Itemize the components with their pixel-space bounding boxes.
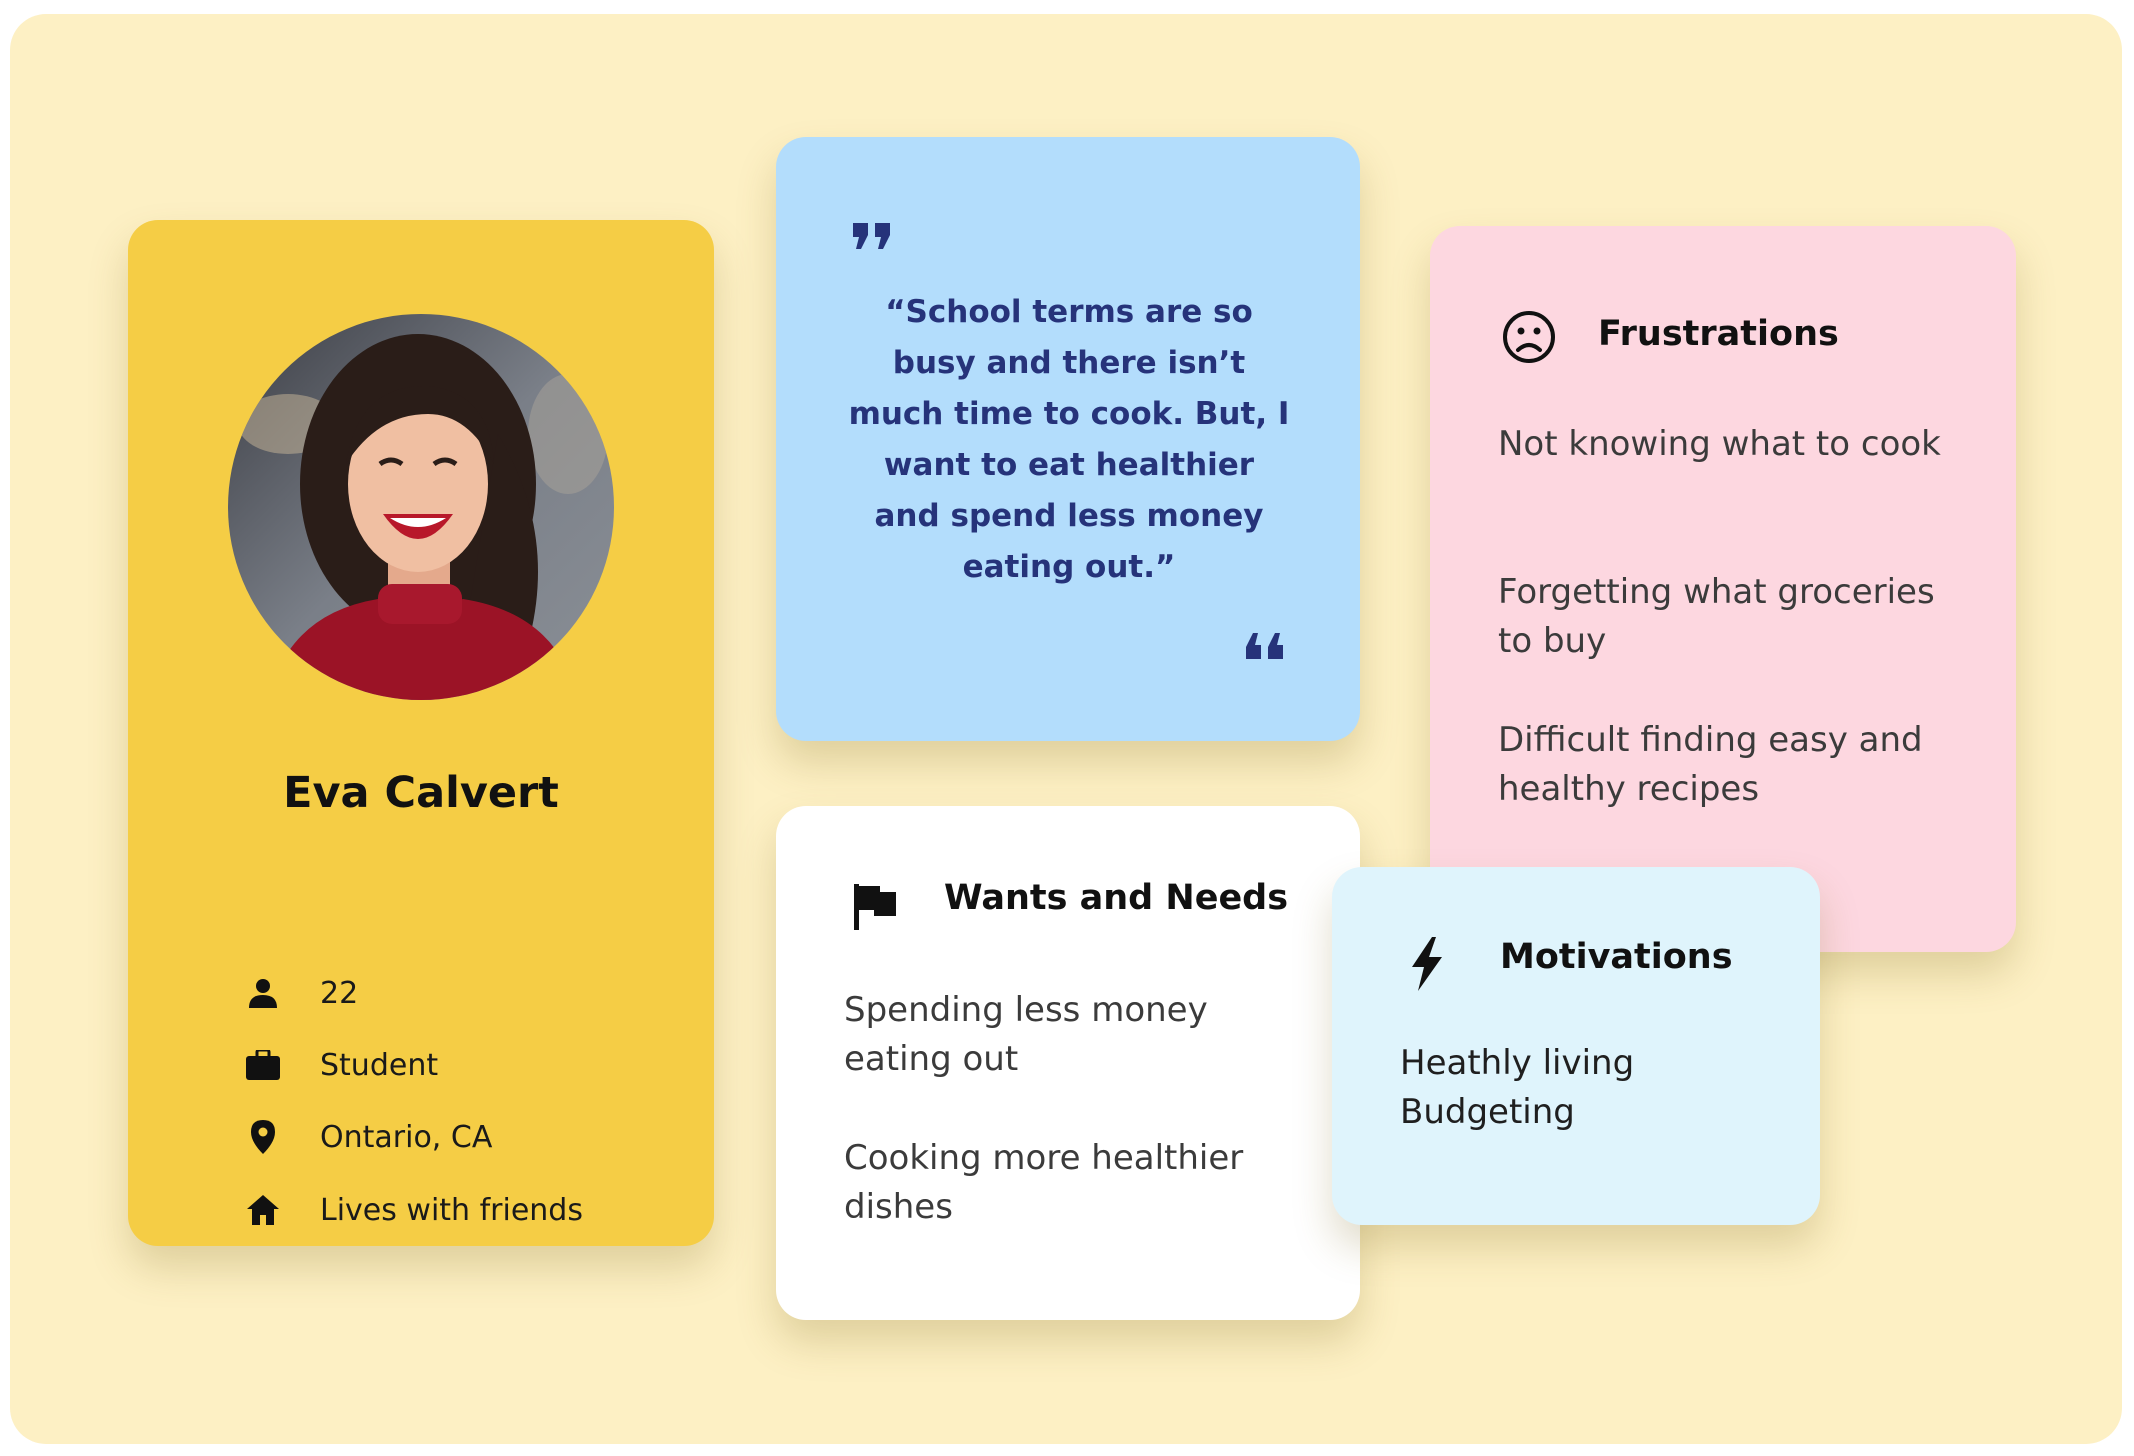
want-item: Spending less money eating out — [844, 990, 1208, 1079]
quote-text: “School terms are so busy and there isn’… — [848, 294, 1290, 585]
detail-living: Lives with friends — [246, 1182, 583, 1238]
motivations-title: Motivations — [1500, 937, 1733, 977]
close-quote-icon — [1242, 631, 1286, 661]
motivation-item: Heathly living — [1400, 1043, 1635, 1083]
home-icon — [246, 1193, 280, 1227]
person-icon — [246, 976, 280, 1010]
lightning-bolt-icon — [1410, 937, 1444, 995]
motivations-card: Motivations Heathly living Budgeting — [1332, 867, 1820, 1225]
wants-needs-card: Wants and Needs Spending less money eati… — [776, 806, 1360, 1320]
profile-card: Eva Calvert 22 Student Ontario, CA Lives… — [128, 220, 714, 1246]
avatar — [228, 314, 614, 700]
frustration-item: Difficult finding easy and healthy recip… — [1498, 720, 1923, 809]
flag-icon — [852, 882, 898, 934]
frustrations-title: Frustrations — [1598, 314, 1839, 354]
detail-age: 22 — [246, 965, 358, 1021]
frustration-item: Forgetting what groceries to buy — [1498, 572, 1935, 661]
motivation-item: Budgeting — [1400, 1092, 1575, 1132]
location-pin-icon — [246, 1120, 280, 1154]
frustration-item: Not knowing what to cook — [1498, 424, 1941, 464]
open-quote-icon — [850, 221, 894, 251]
quote-card: “School terms are so busy and there isn’… — [776, 137, 1360, 741]
sad-face-icon — [1502, 310, 1556, 368]
detail-location: Ontario, CA — [246, 1109, 492, 1165]
persona-name: Eva Calvert — [283, 768, 559, 818]
want-item: Cooking more healthier dishes — [844, 1138, 1244, 1227]
frustrations-card: Frustrations Not knowing what to cook Fo… — [1430, 226, 2016, 952]
briefcase-icon — [246, 1048, 280, 1082]
detail-occupation: Student — [246, 1037, 438, 1093]
persona-board: Eva Calvert 22 Student Ontario, CA Lives… — [10, 14, 2122, 1444]
wants-needs-title: Wants and Needs — [944, 878, 1289, 918]
